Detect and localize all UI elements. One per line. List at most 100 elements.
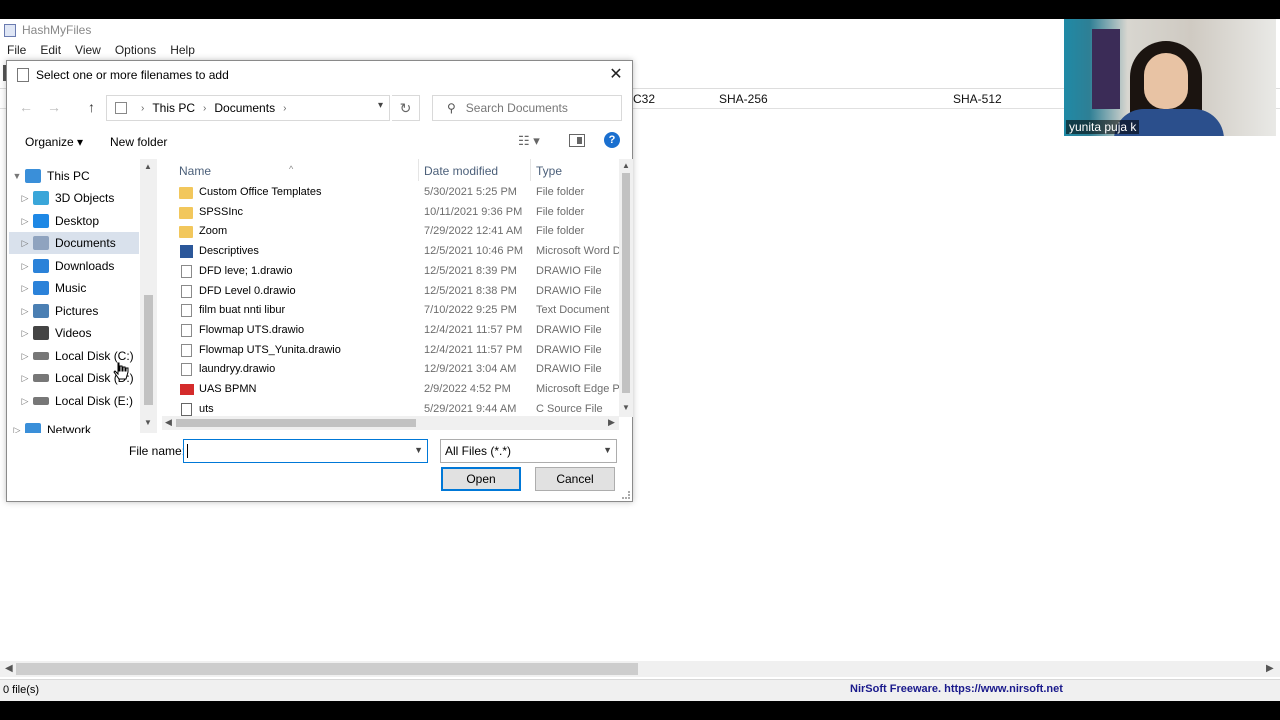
chevron-right-icon[interactable]: ▷ [17, 261, 33, 272]
chevron-right-icon[interactable]: ▷ [9, 425, 25, 434]
file-scroll-thumb[interactable] [622, 173, 630, 393]
column-crc32[interactable]: C32 [633, 92, 655, 106]
file-row[interactable]: Zoom 7/29/2022 12:41 AM File folder [162, 222, 617, 242]
address-bar[interactable]: › This PC › Documents › ▾ [106, 95, 390, 121]
menu-options[interactable]: Options [108, 43, 163, 57]
nav-scroll-thumb[interactable] [144, 295, 153, 405]
scroll-right-icon[interactable]: ▶ [1266, 663, 1274, 674]
menu-help[interactable]: Help [163, 43, 202, 57]
column-sha256[interactable]: SHA-256 [719, 92, 768, 106]
nav-item-documents[interactable]: ▷ Documents [9, 232, 139, 254]
scroll-thumb[interactable] [16, 663, 638, 675]
file-date: 5/30/2021 5:25 PM [424, 186, 517, 198]
open-button[interactable]: Open [441, 467, 521, 491]
file-row[interactable]: DFD Level 0.drawio 12/5/2021 8:38 PM DRAWI… [162, 282, 617, 302]
scroll-left-icon[interactable]: ◀ [165, 417, 172, 428]
file-list-header: ^ Name Date modified Type [162, 159, 632, 183]
nav-item-network[interactable]: ▷ Network [9, 419, 139, 433]
scroll-right-icon[interactable]: ▶ [608, 417, 615, 428]
file-type: C Source File [536, 402, 603, 415]
file-row[interactable]: Descriptives 12/5/2021 10:46 PM Microsoft … [162, 242, 621, 262]
scroll-down-icon[interactable]: ▼ [144, 418, 152, 427]
forward-arrow-icon[interactable]: → [47, 99, 61, 115]
nirsoft-link[interactable]: NirSoft Freeware. https://www.nirsoft.ne… [850, 683, 1063, 695]
nav-item-pictures[interactable]: ▷ Pictures [9, 300, 139, 322]
menu-view[interactable]: View [68, 43, 108, 57]
resize-grip-icon[interactable] [622, 491, 630, 499]
column-type[interactable]: Type [536, 164, 562, 178]
file-row[interactable]: laundryy.drawio 12/9/2021 3:04 AM DRAWIO F… [162, 360, 617, 380]
back-arrow-icon[interactable]: ← [19, 99, 33, 115]
new-folder-button[interactable]: New folder [110, 135, 167, 149]
nav-item-this-pc[interactable]: ▼ This PC [9, 165, 139, 187]
nav-item-videos[interactable]: ▷ Videos [9, 322, 139, 344]
view-options-icon[interactable]: ☷ ▾ [518, 133, 540, 149]
breadcrumb-this-pc[interactable]: This PC [152, 101, 195, 115]
scroll-left-icon[interactable]: ◀ [5, 663, 13, 674]
file-row[interactable]: SPSSInc 10/11/2021 9:36 PM File folder [162, 203, 617, 223]
chevron-down-icon[interactable]: ▼ [603, 445, 612, 455]
file-row[interactable]: film buat nnti libur 7/10/2022 9:25 PM Tex… [162, 301, 617, 321]
breadcrumb-chevron-icon[interactable]: › [203, 103, 206, 114]
chevron-down-icon[interactable]: ▾ [378, 100, 383, 111]
up-arrow-icon[interactable]: ↑ [88, 99, 95, 115]
chevron-right-icon[interactable]: ▷ [17, 306, 33, 317]
column-divider[interactable] [530, 159, 531, 181]
file-hscroll-thumb[interactable] [176, 419, 416, 427]
cancel-button[interactable]: Cancel [535, 467, 615, 491]
nav-item-desktop[interactable]: ▷ Desktop [9, 210, 139, 232]
file-date: 2/9/2022 4:52 PM [424, 383, 511, 395]
file-type-select[interactable]: All Files (*.*) ▼ [440, 439, 617, 463]
column-divider[interactable] [418, 159, 419, 181]
file-row[interactable]: UAS BPMN 2/9/2022 4:52 PM Microsoft Edge P… [162, 380, 626, 400]
nav-pane-scrollbar[interactable]: ▲ ▼ [140, 159, 157, 433]
breadcrumb-chevron-icon[interactable]: › [141, 103, 144, 114]
file-row[interactable]: Custom Office Templates 5/30/2021 5:25 PM… [162, 183, 617, 203]
nav-item-music[interactable]: ▷ Music [9, 277, 139, 299]
column-name[interactable]: Name [179, 164, 211, 178]
nav-label: Desktop [55, 214, 100, 228]
close-icon[interactable]: ✕ [606, 65, 626, 85]
file-list-horizontal-scrollbar[interactable]: ◀ ▶ [162, 416, 619, 430]
help-icon[interactable]: ? [604, 132, 620, 148]
chevron-right-icon[interactable]: ▷ [17, 283, 33, 294]
chevron-right-icon[interactable]: ▷ [17, 238, 33, 249]
scroll-up-icon[interactable]: ▲ [622, 161, 630, 170]
navigation-bar: ← → ↑ › This PC › Documents › ▾ ↻ ⚲ Sear… [7, 93, 632, 123]
organize-button[interactable]: Organize ▾ [25, 135, 83, 149]
nav-item-local-disk-e[interactable]: ▷ Local Disk (E:) [9, 390, 139, 412]
disk-icon [33, 352, 49, 360]
scroll-up-icon[interactable]: ▲ [144, 162, 152, 171]
file-row[interactable]: Flowmap UTS_Yunita.drawio 12/4/2021 11:57… [162, 341, 617, 361]
chevron-right-icon[interactable]: ▷ [17, 351, 33, 362]
open-file-dialog: Select one or more filenames to add ✕ ← … [6, 60, 633, 502]
nav-item-downloads[interactable]: ▷ Downloads [9, 255, 139, 277]
file-list-vertical-scrollbar[interactable]: ▲ ▼ [619, 159, 633, 417]
menu-file[interactable]: File [0, 43, 33, 57]
file-date: 12/9/2021 3:04 AM [424, 363, 517, 376]
file-name: film buat nnti libur [199, 304, 286, 317]
chevron-right-icon[interactable]: ▷ [17, 328, 33, 339]
chevron-right-icon[interactable]: ▷ [17, 193, 33, 204]
nav-item-3d-objects[interactable]: ▷ 3D Objects [9, 187, 139, 209]
file-type: File folder [536, 225, 585, 238]
breadcrumb-chevron-icon[interactable]: › [283, 103, 286, 114]
filename-input[interactable]: ▼ [183, 439, 428, 463]
refresh-icon[interactable]: ↻ [392, 95, 420, 121]
breadcrumb-documents[interactable]: Documents [214, 101, 275, 115]
column-sha512[interactable]: SHA-512 [953, 92, 1002, 106]
chevron-right-icon[interactable]: ▷ [17, 396, 33, 407]
chevron-right-icon[interactable]: ▷ [17, 216, 33, 227]
main-horizontal-scrollbar[interactable]: ◀ ▶ [0, 661, 1280, 677]
scroll-down-icon[interactable]: ▼ [622, 403, 630, 412]
preview-pane-icon[interactable] [569, 134, 585, 147]
chevron-right-icon[interactable]: ▷ [17, 373, 33, 384]
screen-top-bar [0, 0, 1280, 19]
file-row[interactable]: Flowmap UTS.drawio 12/4/2021 11:57 PM DRAW… [162, 321, 617, 341]
chevron-down-icon[interactable]: ▼ [9, 171, 25, 181]
menu-edit[interactable]: Edit [33, 43, 68, 57]
file-row[interactable]: DFD leve; 1.drawio 12/5/2021 8:39 PM DRAWI… [162, 262, 617, 282]
search-input[interactable]: ⚲ Search Documents [432, 95, 622, 121]
chevron-down-icon[interactable]: ▼ [414, 445, 423, 455]
column-date-modified[interactable]: Date modified [424, 164, 498, 178]
